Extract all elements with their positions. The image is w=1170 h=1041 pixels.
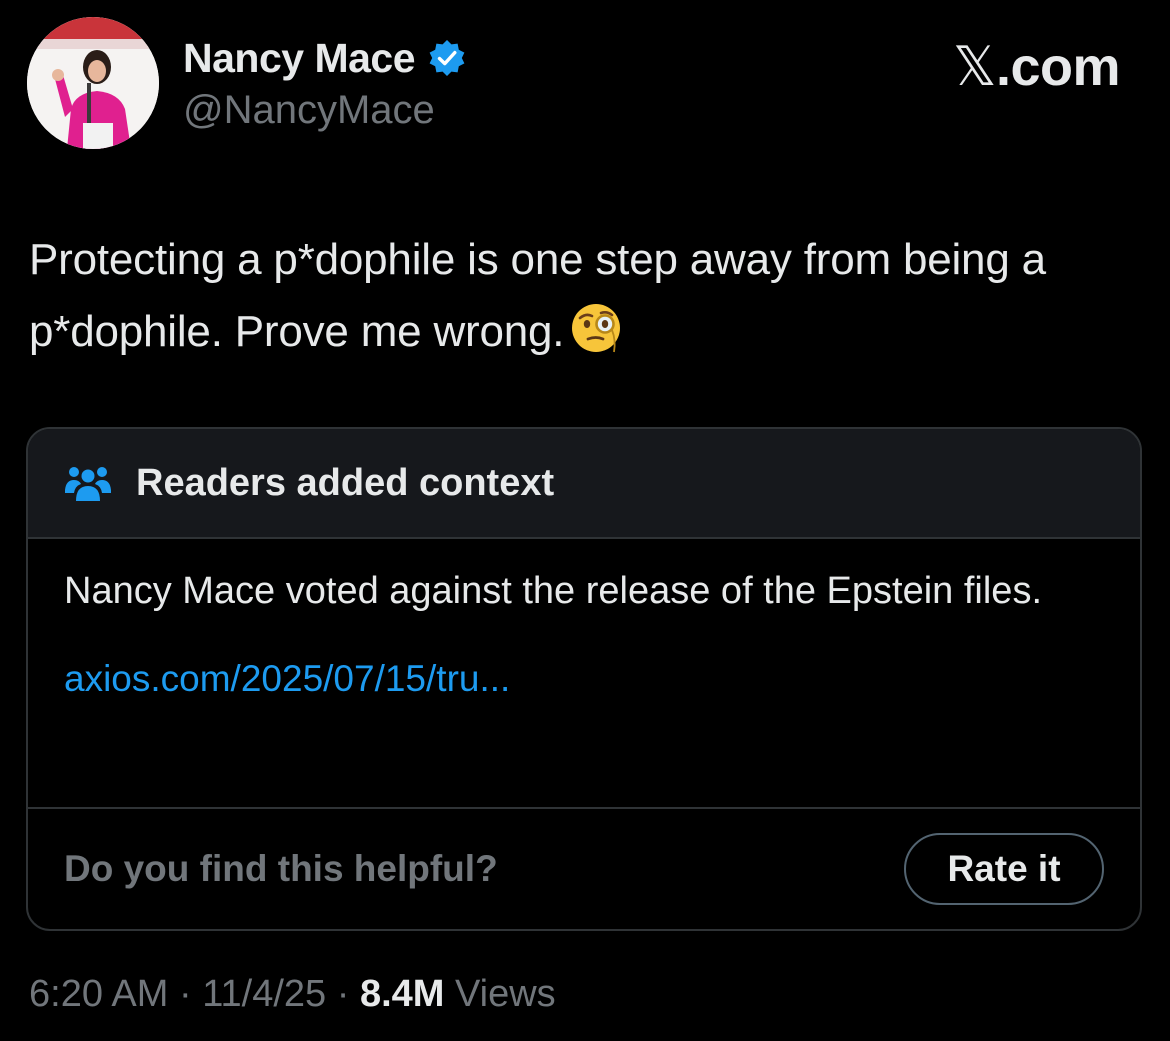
views-label: Views bbox=[455, 973, 556, 1015]
community-note-text: Nancy Mace voted against the release of … bbox=[64, 570, 1042, 612]
community-note-body: Nancy Mace voted against the release of … bbox=[28, 539, 1140, 809]
meta-separator-2: · bbox=[336, 973, 350, 1015]
tweet-meta: 6:20 AM · 11/4/25 · 8.4M Views bbox=[29, 968, 556, 1020]
community-note-header: Readers added context bbox=[28, 429, 1140, 539]
meta-separator: · bbox=[178, 973, 192, 1015]
author-name-row: Nancy Mace bbox=[183, 34, 467, 82]
tweet-date[interactable]: 11/4/25 bbox=[202, 973, 326, 1015]
tweet-time[interactable]: 6:20 AM bbox=[29, 973, 168, 1015]
tweet-text: Protecting a p*dophile is one step away … bbox=[29, 224, 1139, 368]
readers-group-icon bbox=[65, 467, 111, 501]
tweet-body: Protecting a p*dophile is one step away … bbox=[29, 235, 1046, 356]
community-note-footer: Do you find this helpful? Rate it bbox=[28, 809, 1140, 929]
author-handle[interactable]: @NancyMace bbox=[183, 86, 435, 134]
face-with-monocle-icon bbox=[572, 304, 621, 353]
helpful-question: Do you find this helpful? bbox=[64, 848, 498, 889]
avatar-photo bbox=[27, 17, 159, 149]
community-note-source-link[interactable]: axios.com/2025/07/15/tru... bbox=[64, 653, 1104, 705]
brand-suffix: .com bbox=[995, 37, 1121, 97]
verified-badge-icon bbox=[429, 40, 465, 76]
author-name[interactable]: Nancy Mace bbox=[183, 34, 416, 82]
rate-it-button[interactable]: Rate it bbox=[904, 833, 1104, 905]
community-note-card: Readers added context Nancy Mace voted a… bbox=[26, 427, 1142, 931]
views-count[interactable]: 8.4M bbox=[360, 973, 444, 1015]
community-note-title: Readers added context bbox=[136, 461, 555, 504]
x-logo-icon: 𝕏 bbox=[952, 35, 997, 98]
avatar[interactable] bbox=[27, 17, 159, 149]
x-com-watermark: 𝕏.com bbox=[952, 35, 1121, 98]
